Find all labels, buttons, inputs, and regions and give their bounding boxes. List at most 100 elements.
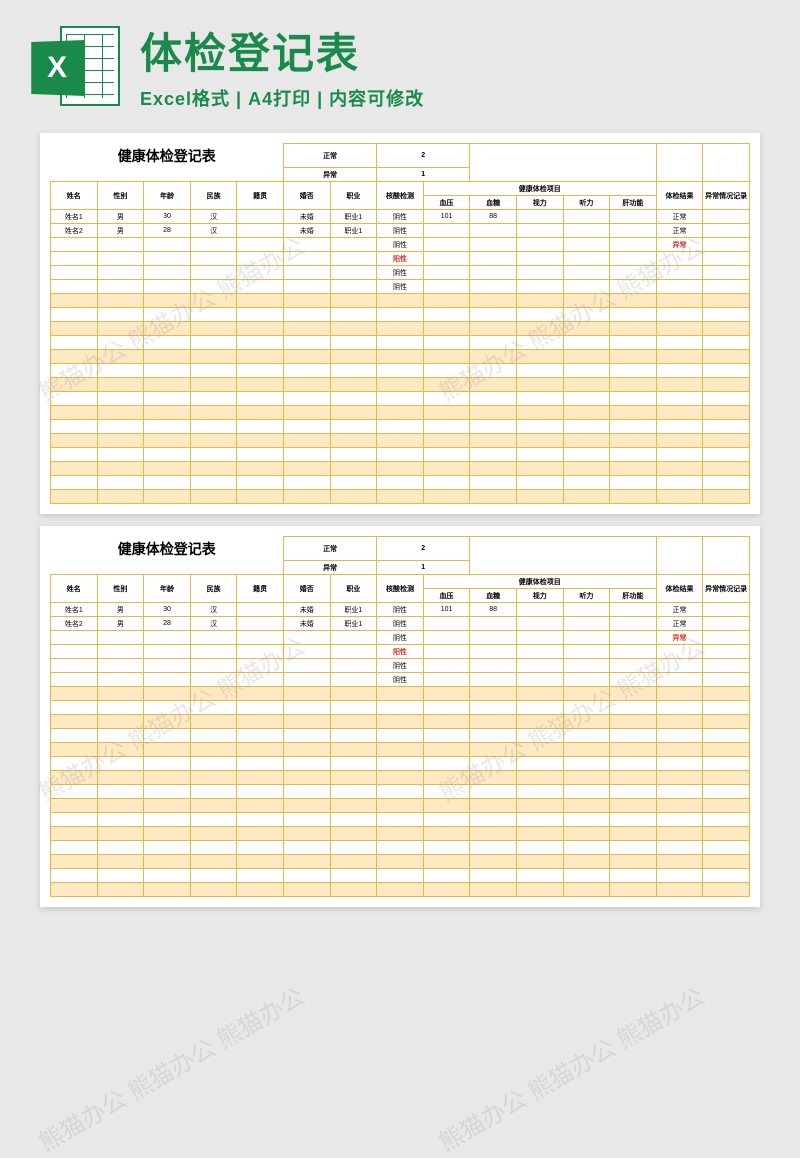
empty-cell[interactable] — [656, 715, 703, 729]
cell-bp[interactable] — [423, 238, 470, 252]
empty-cell[interactable] — [144, 729, 191, 743]
cell-name[interactable] — [51, 280, 98, 294]
empty-cell[interactable] — [516, 392, 563, 406]
cell-vision[interactable] — [516, 266, 563, 280]
cell-occupation[interactable] — [330, 280, 377, 294]
empty-cell[interactable] — [237, 462, 284, 476]
empty-cell[interactable] — [51, 785, 98, 799]
cell-name[interactable] — [51, 238, 98, 252]
cell-liver[interactable] — [610, 210, 657, 224]
empty-cell[interactable] — [563, 448, 610, 462]
empty-cell[interactable] — [190, 757, 237, 771]
cell-marital[interactable]: 未婚 — [283, 603, 330, 617]
empty-cell[interactable] — [423, 799, 470, 813]
empty-cell[interactable] — [283, 757, 330, 771]
empty-cell[interactable] — [97, 294, 144, 308]
empty-cell[interactable] — [703, 434, 750, 448]
empty-cell[interactable] — [51, 406, 98, 420]
empty-cell[interactable] — [144, 883, 191, 897]
empty-cell[interactable] — [656, 743, 703, 757]
cell-name[interactable] — [51, 252, 98, 266]
empty-cell[interactable] — [656, 392, 703, 406]
empty-cell[interactable] — [97, 364, 144, 378]
cell-hearing[interactable] — [563, 210, 610, 224]
cell-test[interactable]: 阴性 — [377, 631, 424, 645]
empty-cell[interactable] — [330, 448, 377, 462]
cell-marital[interactable] — [283, 645, 330, 659]
empty-cell[interactable] — [563, 462, 610, 476]
cell-result[interactable]: 正常 — [656, 617, 703, 631]
empty-cell[interactable] — [283, 813, 330, 827]
empty-cell[interactable] — [516, 715, 563, 729]
empty-cell[interactable] — [703, 883, 750, 897]
cell-marital[interactable]: 未婚 — [283, 224, 330, 238]
empty-cell[interactable] — [610, 462, 657, 476]
cell-hearing[interactable] — [563, 659, 610, 673]
cell-result[interactable]: 异常 — [656, 238, 703, 252]
empty-cell[interactable] — [610, 406, 657, 420]
empty-cell[interactable] — [563, 841, 610, 855]
cell-hearing[interactable] — [563, 238, 610, 252]
cell-bp[interactable]: 101 — [423, 210, 470, 224]
cell-abnormal-record[interactable] — [703, 224, 750, 238]
empty-cell[interactable] — [377, 350, 424, 364]
cell-age[interactable] — [144, 659, 191, 673]
cell-occupation[interactable] — [330, 645, 377, 659]
empty-cell[interactable] — [377, 336, 424, 350]
empty-cell[interactable] — [516, 434, 563, 448]
cell-ethnicity[interactable] — [190, 252, 237, 266]
empty-cell[interactable] — [283, 771, 330, 785]
cell-vision[interactable] — [516, 603, 563, 617]
empty-cell[interactable] — [97, 813, 144, 827]
empty-cell[interactable] — [377, 420, 424, 434]
empty-cell[interactable] — [283, 869, 330, 883]
cell-abnormal-record[interactable] — [703, 252, 750, 266]
empty-cell[interactable] — [423, 813, 470, 827]
empty-cell[interactable] — [237, 883, 284, 897]
empty-cell[interactable] — [470, 855, 517, 869]
empty-cell[interactable] — [97, 308, 144, 322]
cell-marital[interactable]: 未婚 — [283, 210, 330, 224]
cell-hearing[interactable] — [563, 603, 610, 617]
cell-sugar[interactable] — [470, 266, 517, 280]
empty-cell[interactable] — [190, 701, 237, 715]
empty-cell[interactable] — [237, 715, 284, 729]
cell-abnormal-record[interactable] — [703, 673, 750, 687]
empty-cell[interactable] — [516, 701, 563, 715]
cell-marital[interactable] — [283, 673, 330, 687]
empty-cell[interactable] — [610, 855, 657, 869]
empty-cell[interactable] — [610, 771, 657, 785]
empty-cell[interactable] — [51, 715, 98, 729]
cell-bp[interactable] — [423, 280, 470, 294]
empty-cell[interactable] — [330, 743, 377, 757]
empty-cell[interactable] — [377, 841, 424, 855]
empty-cell[interactable] — [51, 869, 98, 883]
empty-cell[interactable] — [283, 883, 330, 897]
empty-cell[interactable] — [330, 364, 377, 378]
empty-cell[interactable] — [656, 420, 703, 434]
empty-cell[interactable] — [563, 420, 610, 434]
empty-cell[interactable] — [283, 715, 330, 729]
cell-sugar[interactable] — [470, 645, 517, 659]
empty-cell[interactable] — [330, 827, 377, 841]
empty-cell[interactable] — [190, 476, 237, 490]
empty-cell[interactable] — [97, 771, 144, 785]
empty-cell[interactable] — [703, 729, 750, 743]
empty-cell[interactable] — [237, 392, 284, 406]
empty-cell[interactable] — [51, 701, 98, 715]
empty-cell[interactable] — [377, 378, 424, 392]
empty-cell[interactable] — [377, 294, 424, 308]
empty-cell[interactable] — [470, 785, 517, 799]
empty-cell[interactable] — [283, 392, 330, 406]
empty-cell[interactable] — [237, 350, 284, 364]
empty-cell[interactable] — [377, 813, 424, 827]
empty-cell[interactable] — [470, 364, 517, 378]
cell-result[interactable] — [656, 266, 703, 280]
empty-cell[interactable] — [610, 476, 657, 490]
empty-cell[interactable] — [144, 378, 191, 392]
cell-age[interactable] — [144, 631, 191, 645]
empty-cell[interactable] — [237, 757, 284, 771]
cell-abnormal-record[interactable] — [703, 617, 750, 631]
empty-cell[interactable] — [703, 462, 750, 476]
empty-cell[interactable] — [330, 855, 377, 869]
